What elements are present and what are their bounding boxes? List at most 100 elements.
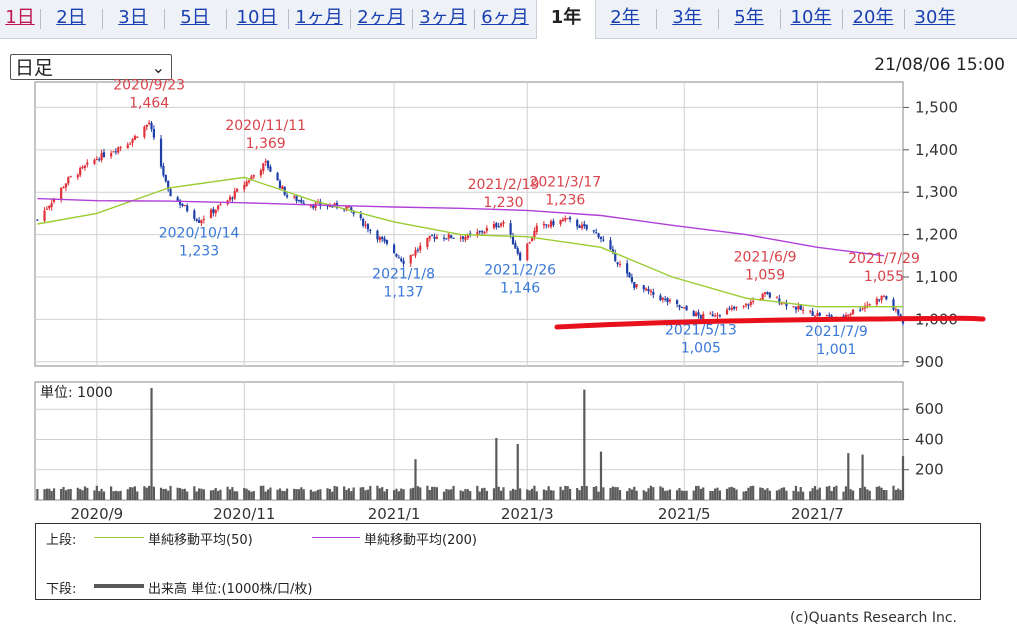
- price-candle: [181, 203, 184, 206]
- price-candle: [159, 138, 163, 167]
- volume-bar: [93, 490, 96, 500]
- volume-bar: [419, 487, 422, 500]
- volume-bar: [293, 488, 296, 500]
- price-candle: [109, 153, 113, 157]
- volume-bar: [649, 485, 653, 500]
- volume-bar: [195, 491, 198, 500]
- price-candle: [81, 166, 84, 169]
- price-candle: [183, 205, 186, 207]
- volume-bar: [844, 486, 848, 500]
- volume-bar: [668, 489, 672, 500]
- price-candle: [716, 315, 719, 317]
- volume-bar: [136, 491, 139, 500]
- volume-bar: [181, 489, 184, 500]
- price-candle: [568, 217, 572, 220]
- price-tick-label: 1,200: [915, 226, 958, 244]
- volume-bar: [252, 491, 255, 500]
- volume-bar: [509, 490, 512, 500]
- volume-bar: [126, 489, 129, 500]
- annotation-date: 2021/3/17: [529, 174, 601, 190]
- volume-bar: [297, 489, 301, 500]
- volume-bar: [316, 489, 320, 500]
- price-candle: [519, 252, 522, 261]
- volume-bar: [599, 451, 603, 500]
- price-candle: [119, 147, 122, 149]
- price-candle: [516, 248, 519, 254]
- legend-lower-label: 下段:: [46, 582, 77, 597]
- annotation-date: 2021/2/26: [484, 262, 556, 278]
- volume-bar: [580, 486, 584, 500]
- volume-bar: [236, 491, 239, 500]
- volume-bar: [459, 490, 462, 500]
- volume-bar: [43, 489, 46, 500]
- price-candle: [36, 219, 39, 221]
- volume-bar: [730, 486, 733, 500]
- price-candle: [86, 162, 89, 165]
- volume-bar: [102, 491, 106, 500]
- volume-bar: [152, 486, 156, 500]
- volume-bar: [376, 485, 379, 500]
- volume-bar: [117, 491, 120, 500]
- price-candle: [266, 160, 270, 168]
- volume-tick-label: 400: [915, 430, 944, 448]
- volume-bar: [131, 487, 134, 500]
- volume-bar: [530, 488, 534, 500]
- price-candle: [847, 314, 850, 317]
- volume-bar: [67, 489, 70, 500]
- price-candle: [576, 220, 579, 227]
- volume-bar: [792, 490, 795, 500]
- volume-bar: [209, 490, 213, 500]
- price-candle: [645, 288, 648, 291]
- price-candle: [186, 205, 189, 212]
- price-candle: [202, 218, 205, 220]
- volume-bar: [281, 490, 284, 500]
- volume-bar: [647, 488, 650, 500]
- price-tick-label: 1,400: [915, 141, 958, 159]
- volume-bar: [709, 491, 712, 500]
- volume-bar: [383, 491, 386, 500]
- volume-bar: [735, 489, 738, 500]
- volume-bar: [431, 486, 434, 500]
- price-candle: [709, 313, 712, 315]
- price-candle: [678, 305, 681, 308]
- price-candle: [802, 309, 805, 311]
- price-candle: [616, 262, 619, 265]
- price-candle: [797, 305, 800, 310]
- volume-bar: [763, 489, 767, 500]
- price-candle: [45, 208, 48, 210]
- price-candle: [359, 214, 362, 218]
- volume-bar: [442, 491, 446, 500]
- price-candle: [809, 310, 812, 312]
- price-candle: [83, 165, 87, 168]
- legend-label-volume: 出来高 単位:(1000株/口/枚): [148, 582, 313, 597]
- volume-bar: [148, 485, 151, 500]
- volume-bar: [597, 491, 600, 500]
- price-candle: [392, 244, 396, 253]
- price-candle: [497, 226, 500, 228]
- x-tick-label: 2020/11: [213, 505, 275, 523]
- price-candle: [875, 298, 878, 305]
- price-candle: [780, 303, 783, 305]
- price-candle: [666, 298, 669, 303]
- price-candle: [447, 234, 450, 239]
- volume-bar: [630, 489, 633, 500]
- volume-bar: [247, 490, 251, 500]
- price-candle: [483, 231, 486, 234]
- price-candle: [366, 224, 370, 230]
- volume-bar: [685, 490, 688, 500]
- volume-bar: [48, 488, 51, 500]
- legend-line-ma200: [312, 537, 360, 538]
- price-candle: [133, 135, 136, 140]
- volume-bar: [450, 489, 453, 500]
- price-candle: [878, 299, 881, 301]
- annotation-value: 1,464: [129, 96, 169, 112]
- volume-bar: [233, 491, 236, 500]
- volume-bar: [495, 437, 498, 500]
- price-candle: [892, 299, 895, 310]
- price-candle: [452, 237, 455, 239]
- annotation-value: 1,146: [500, 280, 540, 296]
- volume-bar: [725, 488, 729, 500]
- volume-bar: [797, 491, 800, 500]
- volume-bar: [331, 491, 334, 500]
- price-candle: [511, 235, 515, 245]
